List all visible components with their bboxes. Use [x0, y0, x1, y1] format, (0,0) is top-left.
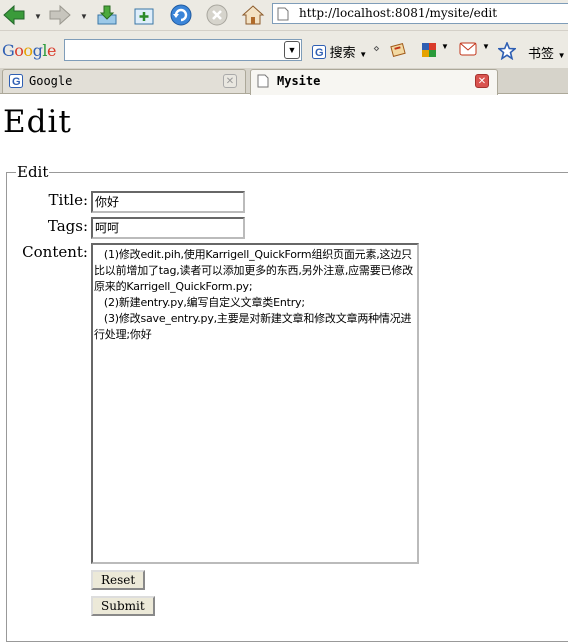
address-bar[interactable]: http://localhost:8081/mysite/edit	[272, 3, 568, 24]
stop-icon[interactable]	[205, 3, 229, 27]
bookmarks-label: 书签	[528, 46, 555, 61]
google-search-input[interactable]: ▼	[64, 39, 302, 61]
google-g-icon: G	[9, 74, 23, 91]
content-label: Content:	[22, 243, 88, 261]
back-dropdown-icon[interactable]: ▼	[34, 12, 42, 21]
search-dropdown-icon[interactable]: ▼	[359, 50, 367, 59]
puzzle-icon[interactable]	[421, 42, 437, 61]
content-textarea[interactable]: (1)修改edit.pih,使用Karrigell_QuickForm组织页面元…	[91, 243, 419, 564]
chevron-down-icon[interactable]: ▼	[284, 41, 300, 59]
tab-label: Mysite	[277, 74, 321, 88]
home-icon[interactable]	[241, 3, 265, 27]
google-g-icon: G	[312, 45, 326, 59]
tab-mysite[interactable]: Mysite ✕	[250, 69, 498, 95]
news-icon[interactable]	[390, 42, 406, 61]
tab-label: Google	[29, 74, 73, 88]
svg-text:G: G	[12, 76, 21, 88]
tab-google[interactable]: G Google ✕	[2, 69, 246, 93]
tags-label: Tags:	[47, 217, 88, 235]
reload-icon[interactable]	[169, 3, 193, 27]
close-icon[interactable]: ✕	[475, 74, 489, 88]
google-search-button[interactable]: G 搜索 ▼	[312, 42, 367, 61]
google-search-label: 搜索	[329, 45, 356, 60]
download-icon[interactable]	[95, 3, 119, 27]
navigation-toolbar: ▼ ▼ http://localhost:8081/mysite/edit	[0, 0, 568, 30]
close-icon[interactable]: ✕	[223, 74, 237, 88]
search-options-icon[interactable]: ⋄	[373, 42, 380, 55]
forward-dropdown-icon[interactable]: ▼	[80, 12, 88, 21]
title-input[interactable]: 你好	[91, 191, 245, 213]
bookmarks-button[interactable]: 书签 ▼	[528, 43, 566, 62]
back-arrow-icon[interactable]	[2, 3, 26, 27]
puzzle-dropdown-icon[interactable]: ▼	[441, 42, 449, 51]
page-title: Edit	[3, 104, 72, 140]
tags-input[interactable]: 呵呵	[91, 217, 245, 239]
mail-dropdown-icon[interactable]: ▼	[482, 42, 490, 51]
tab-strip: G Google ✕ Mysite ✕	[0, 68, 568, 95]
page-icon	[277, 7, 289, 24]
fieldset-legend: Edit	[16, 163, 50, 181]
svg-text:G: G	[315, 47, 324, 59]
new-tab-icon[interactable]	[132, 3, 156, 27]
google-logo[interactable]: Google	[2, 41, 56, 60]
reset-button[interactable]: Reset	[91, 570, 146, 590]
address-url: http://localhost:8081/mysite/edit	[299, 6, 498, 20]
star-icon[interactable]	[496, 40, 518, 63]
submit-button[interactable]: Submit	[91, 596, 155, 616]
title-label: Title:	[48, 191, 88, 209]
google-toolbar: Google ▼ G 搜索 ▼ ⋄ ▼ ▼ 书签 ▼	[0, 30, 568, 68]
forward-arrow-icon[interactable]	[48, 3, 72, 27]
chevron-down-icon: ▼	[557, 51, 566, 60]
mail-icon[interactable]	[459, 42, 477, 59]
page-icon	[257, 74, 269, 91]
